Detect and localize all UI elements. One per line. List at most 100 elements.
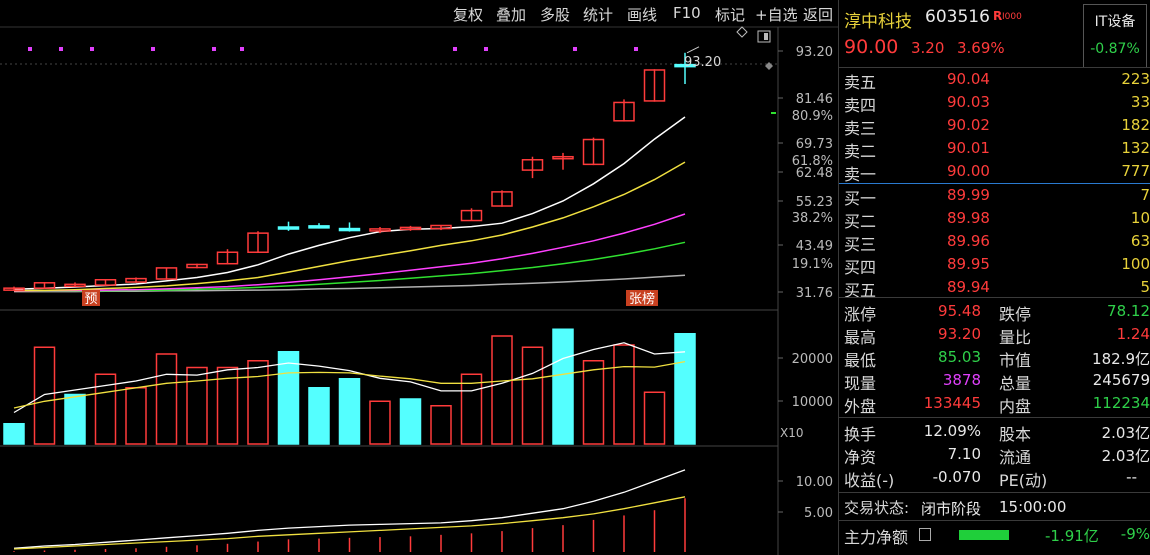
macd-dif-line: [13, 469, 686, 549]
volume-bar: [277, 351, 300, 445]
ask-level[interactable]: 卖二 90.01 132: [839, 137, 1150, 161]
book-level-price: 89.98: [947, 209, 990, 227]
volume-bar: [491, 335, 513, 445]
kline-chart[interactable]: 93.2081.4669.7362.4855.2343.4931.7680.9%…: [0, 0, 838, 555]
main-force-value: -1.91亿: [1045, 527, 1099, 545]
ask-level[interactable]: 卖五 90.04 223: [839, 68, 1150, 92]
high-value: 93.20: [938, 325, 981, 343]
event-dots: [28, 47, 638, 51]
volume-bar: [125, 387, 147, 445]
volume-bar: [613, 344, 635, 445]
stats-row-net-assets: 净资 7.10 流通 2.03亿: [839, 443, 1150, 467]
price-tick: 93.20: [796, 45, 833, 60]
current-volume-label: 现量: [844, 374, 877, 393]
stats-row-limit: 涨停 95.48 跌停 78.12: [839, 300, 1150, 324]
book-level-volume: 223: [1121, 70, 1150, 88]
bid-level[interactable]: 买三 89.96 63: [839, 230, 1150, 254]
limit-down-value: 78.12: [1107, 302, 1150, 320]
volume-bar: [247, 360, 269, 445]
volume-bar: [582, 360, 605, 445]
bid-level[interactable]: 买四 89.95 100: [839, 253, 1150, 277]
book-level-volume: 777: [1121, 162, 1150, 180]
event-dot: [634, 47, 638, 51]
main-force-row: 主力净额 -1.91亿 -9%: [839, 523, 1150, 547]
divider: [839, 492, 1150, 493]
price-change: 3.20: [911, 39, 945, 57]
fib-pct-tick: 61.8%: [792, 154, 833, 169]
volume-bar: [64, 393, 86, 445]
volume-ratio-value: 1.24: [1116, 325, 1150, 343]
event-dot: [59, 47, 63, 51]
stats-row-turnover: 换手 12.09% 股本 2.03亿: [839, 420, 1150, 444]
volume-bar: [338, 378, 361, 445]
volume-bar: [521, 346, 544, 445]
volume-bar: [186, 366, 208, 445]
volume-bar: [369, 400, 391, 445]
fib-pct-tick: 38.2%: [792, 211, 833, 226]
fib-pct-tick: 19.1%: [792, 257, 833, 272]
ma-line-ma30: [14, 241, 686, 292]
bid-level[interactable]: 买一 89.99 7: [839, 184, 1150, 208]
volume-bar: [155, 353, 178, 445]
high-price-label: 93.20: [684, 55, 721, 70]
low-value: 85.03: [938, 348, 981, 366]
book-level-price: 90.01: [947, 139, 990, 157]
outer-disk-value: 133445: [923, 394, 981, 412]
book-level-price: 89.94: [947, 278, 990, 296]
yu-marker[interactable]: 预: [84, 292, 97, 307]
float-shares-value: 2.03亿: [1101, 447, 1150, 465]
book-level-volume: 7: [1140, 186, 1150, 204]
price-tick: 43.49: [796, 239, 833, 254]
event-dot: [90, 47, 94, 51]
list-icon[interactable]: [919, 528, 931, 541]
ask-level[interactable]: 卖四 90.03 33: [839, 91, 1150, 115]
high-pointer: [686, 46, 700, 54]
market-cap-label: 市值: [999, 351, 1032, 370]
candle-body: [277, 226, 300, 230]
bid-level[interactable]: 买五 89.94 5: [839, 276, 1150, 300]
book-level-volume: 182: [1121, 116, 1150, 134]
ask-level[interactable]: 卖一 90.00 777: [839, 160, 1150, 184]
last-price: 90.00: [844, 36, 899, 58]
sector-name: IT设备: [1094, 14, 1136, 30]
main-force-label: 主力净额: [844, 528, 909, 547]
stats-row-disk: 外盘 133445 内盘 112234: [839, 392, 1150, 416]
book-level-label: 买一: [844, 189, 877, 208]
low-label: 最低: [844, 351, 877, 370]
event-dot: [212, 47, 216, 51]
macd-tick: 10.00: [796, 475, 833, 490]
volume-bar: [460, 373, 483, 445]
bid-level[interactable]: 买二 89.98 10: [839, 207, 1150, 231]
book-level-label: 卖一: [844, 165, 877, 184]
total-volume-value: 245679: [1092, 371, 1150, 389]
ask-level[interactable]: 卖三 90.02 182: [839, 114, 1150, 138]
high-label: 最高: [844, 328, 877, 347]
axis-scroll-icon[interactable]: [765, 62, 773, 70]
book-level-label: 卖三: [844, 119, 877, 138]
book-level-price: 90.04: [947, 70, 990, 88]
share-capital-value: 2.03亿: [1101, 424, 1150, 442]
moving-average-lines: [13, 116, 686, 293]
limit-up-label: 涨停: [844, 305, 877, 324]
volume-bar: [3, 423, 25, 445]
price-row: 90.00 3.20 3.69%: [839, 36, 1150, 62]
trade-state-value: 闭市阶段: [921, 500, 982, 518]
candle-body: [308, 225, 330, 229]
turnover-value: 12.09%: [923, 422, 981, 440]
book-level-price: 89.99: [947, 186, 990, 204]
event-dot: [240, 47, 244, 51]
volume-bar: [674, 333, 696, 445]
market-cap-value: 182.9亿: [1092, 350, 1150, 368]
diamond-icon[interactable]: [736, 26, 748, 38]
r-badge: R: [993, 9, 1003, 23]
stock-code: 603516: [925, 7, 990, 27]
stock-name: 淳中科技: [844, 12, 912, 32]
window-icon-inner: [764, 33, 768, 40]
trade-state-row: 交易状态: 闭市阶段 15:00:00: [839, 496, 1150, 519]
zhangbang-marker[interactable]: 张榜: [629, 291, 655, 307]
last-price-marker: [771, 112, 776, 114]
pe-value: --: [1126, 468, 1137, 486]
stats-row-eps: 收益(-) -0.070 PE(动) --: [839, 466, 1150, 490]
book-level-price: 90.02: [947, 116, 990, 134]
ma-line-ma60: [14, 274, 686, 293]
